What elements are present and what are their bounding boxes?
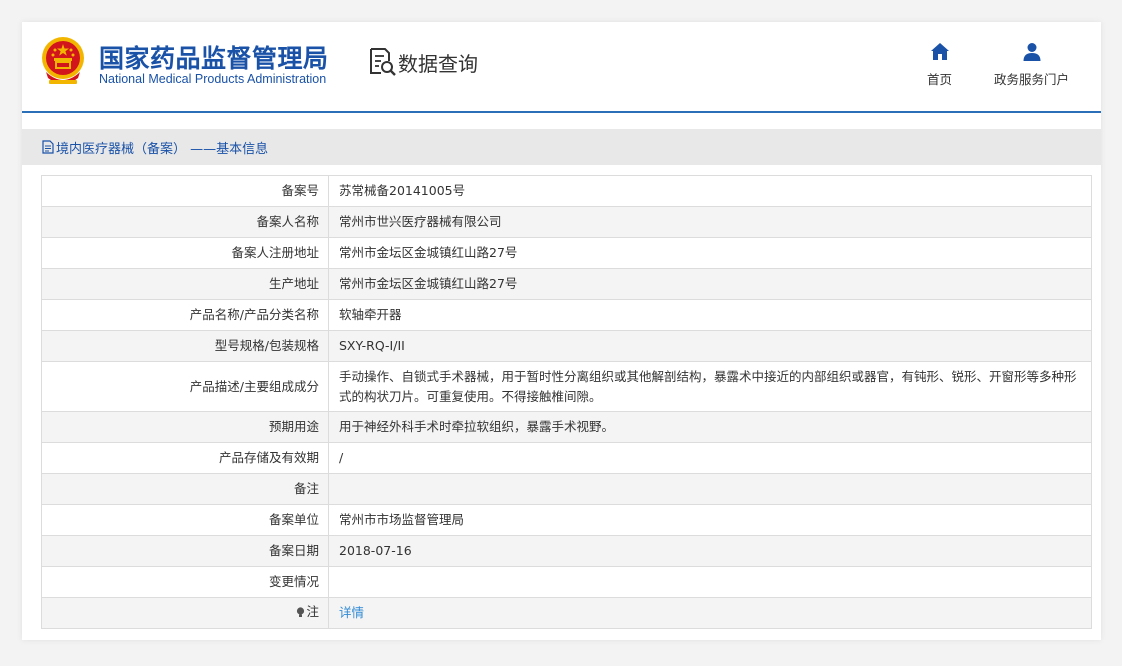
field-value: 常州市金坛区金城镇红山路27号 xyxy=(328,237,1092,269)
field-label: 备案号 xyxy=(41,175,329,207)
user-icon xyxy=(1023,43,1040,61)
field-label-note: 注 xyxy=(41,597,329,629)
field-label: 型号规格/包装规格 xyxy=(41,330,329,362)
field-label: 变更情况 xyxy=(41,566,329,598)
brand-title-cn: 国家药品监督管理局 xyxy=(99,44,329,73)
field-value: 2018-07-16 xyxy=(328,535,1092,567)
field-label: 备案单位 xyxy=(41,504,329,536)
record-info-table: 备案号 苏常械备20141005号 备案人名称 常州市世兴医疗器械有限公司 备案… xyxy=(41,175,1092,629)
lightbulb-icon xyxy=(297,607,305,617)
table-row: 备注 xyxy=(41,473,1092,505)
table-row: 变更情况 xyxy=(41,566,1092,598)
table-row: 备案号 苏常械备20141005号 xyxy=(41,175,1092,207)
nav-service-portal[interactable]: 政务服务门户 xyxy=(994,42,1069,88)
field-label: 备案人注册地址 xyxy=(41,237,329,269)
section-title: 境内医疗器械（备案） ——基本信息 xyxy=(56,141,269,157)
field-value: 详情 xyxy=(328,597,1092,629)
document-search-icon xyxy=(370,48,396,76)
table-row: 产品存储及有效期 / xyxy=(41,442,1092,474)
details-link[interactable]: 详情 xyxy=(339,605,364,620)
field-label: 生产地址 xyxy=(41,268,329,300)
note-key: 注 xyxy=(296,602,319,622)
table-row: 备案单位 常州市市场监督管理局 xyxy=(41,504,1092,536)
table-row: 备案人名称 常州市世兴医疗器械有限公司 xyxy=(41,206,1092,238)
field-value: 用于神经外科手术时牵拉软组织，暴露手术视野。 xyxy=(328,411,1092,443)
document-icon xyxy=(42,140,54,154)
nav-home[interactable]: 首页 xyxy=(927,42,952,88)
field-label: 备案人名称 xyxy=(41,206,329,238)
table-row: 产品名称/产品分类名称 软轴牵开器 xyxy=(41,299,1092,331)
table-row: 生产地址 常州市金坛区金城镇红山路27号 xyxy=(41,268,1092,300)
table-row: 备案日期 2018-07-16 xyxy=(41,535,1092,567)
field-label: 备案日期 xyxy=(41,535,329,567)
site-header: 国家药品监督管理局 National Medical Products Admi… xyxy=(22,22,1101,113)
data-query-label: 数据查询 xyxy=(398,51,478,76)
brand-title-en: National Medical Products Administration xyxy=(99,72,327,86)
home-icon xyxy=(930,43,949,60)
table-row: 产品描述/主要组成成分 手动操作、自锁式手术器械，用于暂时性分离组织或其他解剖结… xyxy=(41,361,1092,412)
field-value: 常州市世兴医疗器械有限公司 xyxy=(328,206,1092,238)
field-label: 产品名称/产品分类名称 xyxy=(41,299,329,331)
field-value xyxy=(328,473,1092,505)
page-container: 国家药品监督管理局 National Medical Products Admi… xyxy=(22,22,1101,640)
nav-home-label: 首页 xyxy=(927,72,953,87)
table-row: 型号规格/包装规格 SXY-RQ-I/II xyxy=(41,330,1092,362)
table-row: 备案人注册地址 常州市金坛区金城镇红山路27号 xyxy=(41,237,1092,269)
section-header: 境内医疗器械（备案） ——基本信息 xyxy=(22,129,1101,165)
field-label: 产品存储及有效期 xyxy=(41,442,329,474)
note-label: 注 xyxy=(306,604,319,620)
field-value: SXY-RQ-I/II xyxy=(328,330,1092,362)
national-emblem-icon xyxy=(42,37,84,84)
data-query-title: 数据查询 xyxy=(368,47,478,77)
table-row: 注 详情 xyxy=(41,597,1092,629)
field-value: 常州市金坛区金城镇红山路27号 xyxy=(328,268,1092,300)
field-value: 常州市市场监督管理局 xyxy=(328,504,1092,536)
field-value: / xyxy=(328,442,1092,474)
field-label: 产品描述/主要组成成分 xyxy=(41,361,329,412)
field-value: 软轴牵开器 xyxy=(328,299,1092,331)
field-label: 预期用途 xyxy=(41,411,329,443)
field-value: 苏常械备20141005号 xyxy=(328,175,1092,207)
field-label: 备注 xyxy=(41,473,329,505)
field-value xyxy=(328,566,1092,598)
nav-service-portal-label: 政务服务门户 xyxy=(994,72,1070,87)
field-value: 手动操作、自锁式手术器械，用于暂时性分离组织或其他解剖结构，暴露术中接近的内部组… xyxy=(328,361,1092,412)
table-row: 预期用途 用于神经外科手术时牵拉软组织，暴露手术视野。 xyxy=(41,411,1092,443)
